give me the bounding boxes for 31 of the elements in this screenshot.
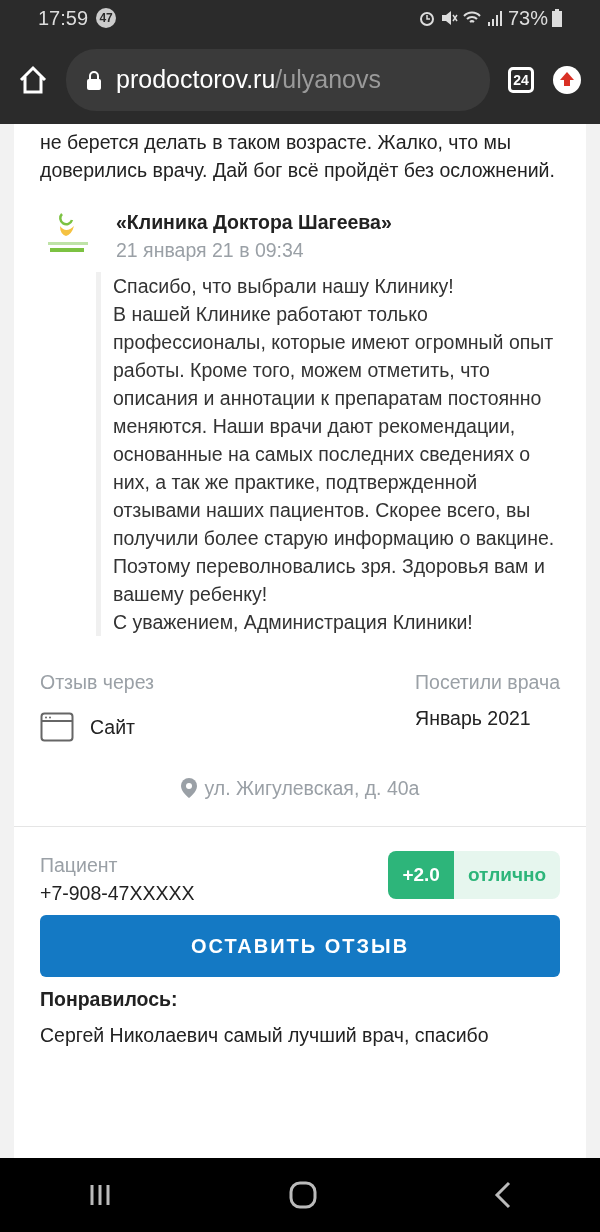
mute-icon (439, 9, 458, 27)
back-icon[interactable] (492, 1181, 513, 1209)
address-text: ул. Жигулевская, д. 40а (204, 776, 420, 801)
liked-text: Сергей Николаевич самый лучший врач, спасибо (40, 1023, 490, 1048)
address-bar[interactable]: prodoctorov.ru/ulyanovs (66, 49, 490, 111)
clinic-name: «Клиника Доктора Шагеева» (116, 210, 392, 235)
upload-icon[interactable] (552, 65, 582, 95)
review-text: не берется делать в таком возрасте. Жалко, что мы доверились врачу. Дай бог всё пройдёт без осложнений. (40, 130, 556, 183)
reply-text: Спасибо, что выбрали нашу Клинику! В нашей Клинике работают только профессионалы, которые имеют огромный опыт работы. Кроме того, можем отметить, что описания и аннотации к препаратам постоянно меняются. Наши врачи дают рекомендации, основанные на самых последних сведениях о них, а так же практике, подтвержденной отзывами наших пациентов. Скорее всего, вы получили более старую информацию о вакцине. Поэтому переволновались зря. Здоровья вам и вашему ребенку! С уважением, Администрация Клиники! (96, 272, 560, 636)
reply-date: 21 января 21 в 09:34 (116, 238, 305, 263)
url-text: prodoctorov.ru/ulyanovs (116, 64, 381, 96)
notification-count: 47 (96, 8, 117, 28)
browser-window-icon (40, 712, 74, 742)
lock-icon (86, 70, 102, 90)
tab-count-button[interactable]: 24 (508, 67, 534, 93)
battery-percent: 73% (507, 6, 548, 31)
source-value: Сайт (90, 715, 135, 740)
location-pin-icon (180, 778, 197, 798)
battery-icon (552, 9, 562, 27)
visit-label: Посетили врача (415, 670, 560, 695)
leave-review-button[interactable]: ОСТАВИТЬ ОТЗЫВ (40, 915, 560, 977)
signal-icon (485, 9, 504, 27)
home-icon[interactable] (18, 65, 48, 95)
visit-date: Январь 2021 (415, 706, 532, 731)
patient-phone: +7-908-47XXXXX (40, 881, 195, 906)
home-button-icon[interactable] (288, 1180, 318, 1210)
clock-time: 17:59 (38, 6, 89, 31)
patient-label: Пациент (40, 853, 119, 878)
alarm-icon (417, 9, 436, 27)
liked-heading: Понравилось: (40, 987, 179, 1012)
source-label: Отзыв через (40, 670, 155, 695)
